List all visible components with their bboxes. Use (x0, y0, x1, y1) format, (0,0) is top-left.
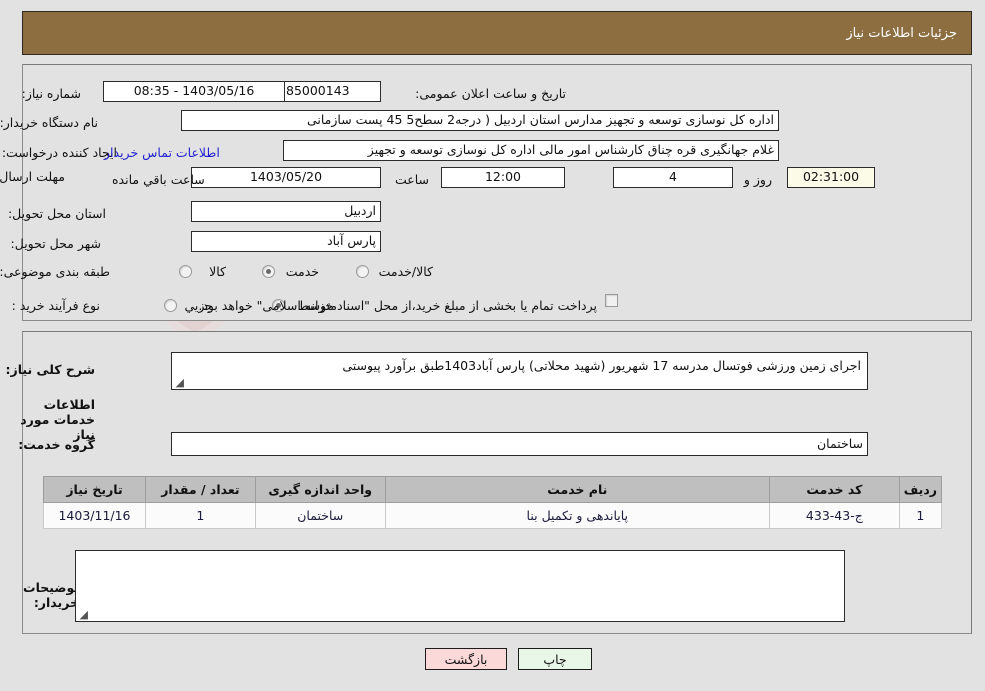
buyer-org-label: نام دستگاه خریدار: (0, 115, 98, 130)
radio-label-kala-khedmat: کالا/خدمت (378, 264, 433, 279)
resize-grip-icon[interactable]: ◢ (174, 377, 184, 388)
announce-datetime-value: 1403/05/16 - 08:35 (103, 81, 285, 102)
page-title: جزئیات اطلاعات نیاز (846, 25, 957, 41)
city-value: پارس آباد (191, 231, 381, 252)
radio-label-kala: کالا (209, 264, 226, 279)
deadline-hour-value: 12:00 (441, 167, 565, 188)
cell-qty: 1 (144, 502, 256, 529)
province-value: اردبیل (191, 201, 381, 222)
radio-category-kala[interactable] (179, 265, 192, 278)
category-label: طبقه بندی موضوعی: (0, 264, 110, 279)
cell-unit: ساختمان (254, 502, 386, 529)
remaining-label: ساعت باقي مانده (112, 172, 205, 187)
buyer-contact-link[interactable]: اطلاعات تماس خریدار (104, 145, 220, 160)
deadline-label: مهلت ارسال پاسخ: تا تاریخ: (0, 169, 65, 184)
radio-process-jozyi[interactable] (164, 299, 177, 312)
buyer-org-value: اداره کل نوسازی توسعه و تجهیز مدارس استا… (181, 110, 779, 131)
hour-label: ساعت (394, 172, 429, 187)
treasury-note-label: پرداخت تمام یا بخشی از مبلغ خرید،از محل … (198, 298, 597, 313)
province-label: استان محل تحویل: (7, 206, 106, 221)
buyer-notes-label: توضیحات خریدار: (23, 580, 79, 610)
requester-label: ایجاد کننده درخواست: (1, 145, 117, 160)
radio-category-khedmat[interactable] (262, 265, 275, 278)
col-code: کد خدمت (768, 476, 900, 503)
need-description-value: اجرای زمین ورزشی فوتسال مدرسه 17 شهریور … (342, 358, 861, 373)
announce-datetime-label: تاریخ و ساعت اعلان عمومی: (415, 86, 566, 101)
deadline-date-value: 1403/05/20 (191, 167, 381, 188)
services-table: ردیف کد خدمت نام خدمت واحد اندازه گیری ت… (43, 476, 943, 529)
services-section-title: اطلاعات خدمات مورد نیاز (20, 397, 95, 442)
requester-value: غلام جهانگیری قره چناق کارشناس امور مالی… (283, 140, 779, 161)
days-label: روز و (743, 172, 772, 187)
back-button[interactable]: بازگشت (425, 648, 507, 670)
cell-code: ج-43-433 (768, 502, 900, 529)
col-name: نام خدمت (384, 476, 770, 503)
service-group-value: ساختمان (171, 432, 868, 456)
need-info-panel (22, 64, 972, 321)
service-group-label: گروه خدمت: (18, 437, 95, 452)
need-description-label: شرح کلی نیاز: (5, 362, 95, 377)
col-date: تاریخ نیاز (43, 476, 146, 503)
need-description-textarea[interactable]: اجرای زمین ورزشی فوتسال مدرسه 17 شهریور … (171, 352, 868, 390)
time-remaining-value: 02:31:00 (787, 167, 875, 188)
city-label: شهر محل تحویل: (10, 236, 101, 251)
cell-radif: 1 (898, 502, 943, 529)
process-label: نوع فرآیند خرید : (11, 298, 100, 313)
need-number-label: شماره نیاز: (21, 86, 81, 101)
cell-name: پایاندهی و تکمیل بنا (384, 502, 770, 529)
buyer-notes-textarea[interactable]: ◢ (75, 550, 845, 622)
col-qty: تعداد / مقدار (144, 476, 256, 503)
radio-category-kala-khedmat[interactable] (356, 265, 369, 278)
print-button[interactable]: چاپ (518, 648, 592, 670)
table-row: 1 ج-43-433 پایاندهی و تکمیل بنا ساختمان … (43, 502, 943, 529)
resize-grip-icon[interactable]: ◢ (78, 609, 88, 620)
col-radif: ردیف (898, 476, 943, 503)
checkbox-islamic-treasury[interactable] (605, 294, 618, 307)
col-unit: واحد اندازه گیری (254, 476, 386, 503)
cell-date: 1403/11/16 (43, 502, 146, 529)
table-header-row: ردیف کد خدمت نام خدمت واحد اندازه گیری ت… (43, 476, 943, 503)
page-header: جزئیات اطلاعات نیاز (22, 11, 972, 55)
radio-label-khedmat: خدمت (285, 264, 319, 279)
days-remaining-value: 4 (613, 167, 733, 188)
